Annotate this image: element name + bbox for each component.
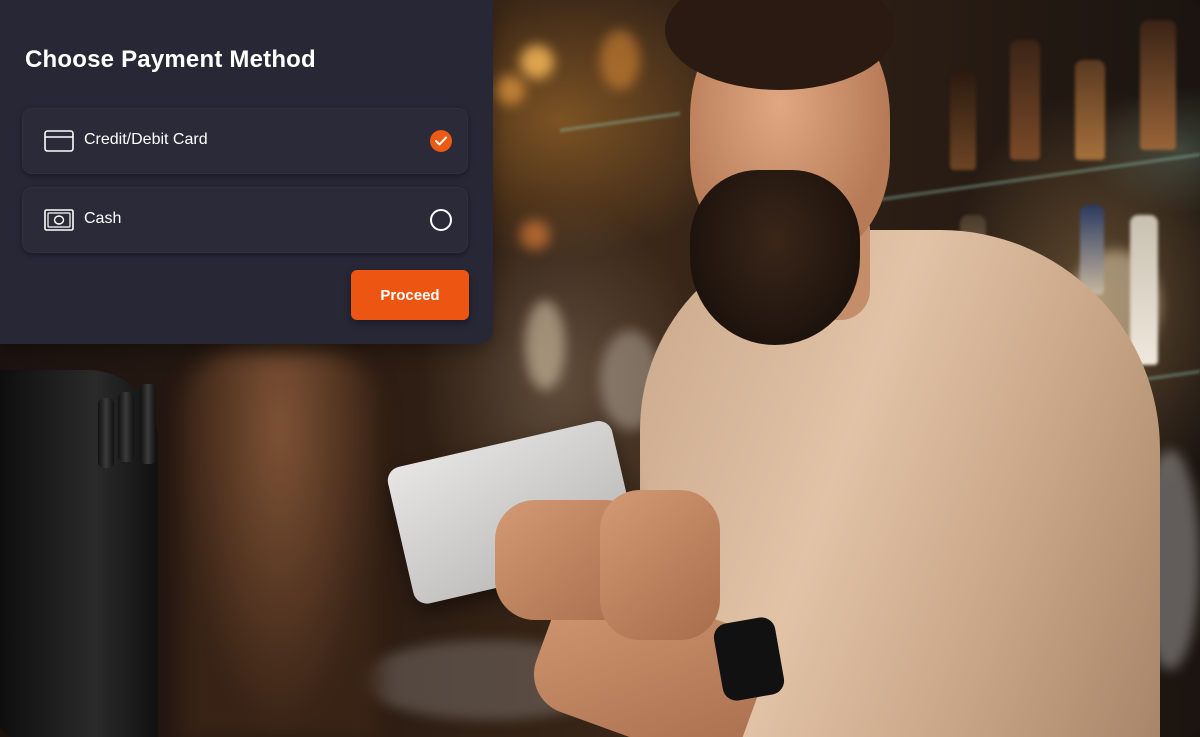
cash-icon [44,209,74,231]
bokeh-light [525,300,565,390]
beer-tap-handle [118,392,134,462]
bokeh-light [600,30,640,90]
beer-tap-handle [140,384,156,464]
bartender-hand [600,490,720,640]
bartender-beard [690,170,860,345]
bottle [950,70,976,170]
shelf [880,152,1200,202]
radio-unchecked-icon[interactable] [430,209,452,231]
bottle [1130,215,1158,365]
bokeh-light [520,45,554,79]
bottle [1140,20,1176,150]
proceed-button[interactable]: Proceed [351,270,469,320]
background-bartender [180,350,380,737]
smart-watch [711,615,787,703]
beer-tap-tower [0,370,158,737]
shelf [560,111,680,133]
payment-option-cash[interactable]: Cash [22,187,468,253]
payment-option-card[interactable]: Credit/Debit Card [22,108,468,174]
payment-method-panel: Choose Payment Method Credit/Debit Card … [0,0,493,344]
bokeh-light [495,75,525,105]
bottle [1010,40,1040,160]
panel-title: Choose Payment Method [25,46,316,73]
radio-checked-icon[interactable] [430,130,452,152]
payment-option-label: Cash [84,210,122,227]
bottle [1075,60,1105,160]
bottle [1080,205,1104,295]
beer-tap-handle [98,398,114,468]
credit-card-icon [44,130,74,152]
payment-option-label: Credit/Debit Card [84,131,208,148]
bokeh-light [520,220,550,250]
